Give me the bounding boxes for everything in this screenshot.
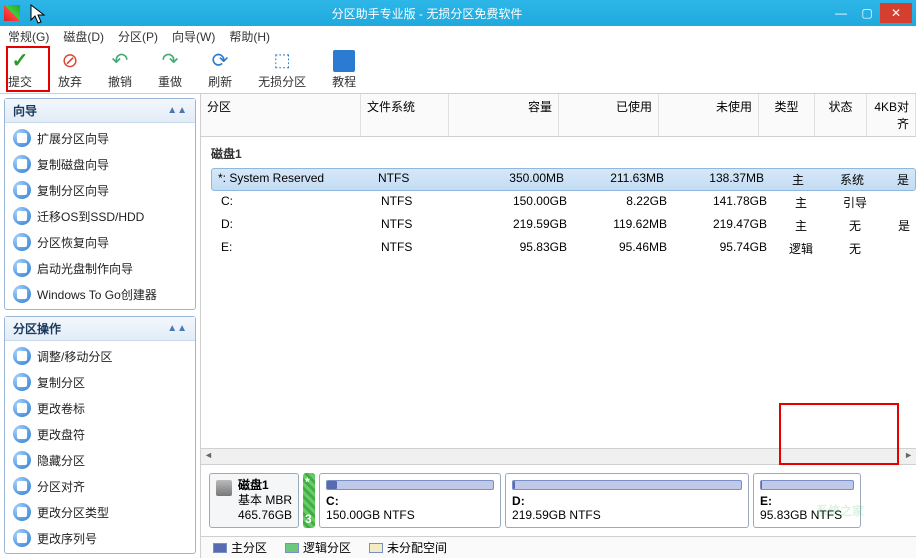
wizard-item-icon [13,129,31,147]
disk-map-disk[interactable]: 磁盘1 基本 MBR 465.76GB [209,473,299,528]
col-name[interactable]: 分区 [201,94,361,136]
col-type[interactable]: 类型 [759,94,815,136]
ops-item-7[interactable]: 更改序列号 [5,525,195,551]
menu-disk[interactable]: 磁盘(D) [63,28,104,45]
ops-item-0[interactable]: 调整/移动分区 [5,343,195,369]
lossless-button[interactable]: 无损分区 [258,50,306,90]
ops-item-1[interactable]: 复制分区 [5,369,195,395]
wizard-item-6[interactable]: Windows To Go创建器 [5,281,195,307]
wizard-item-1[interactable]: 复制磁盘向导 [5,151,195,177]
partition-row[interactable]: *: System ReservedNTFS 350.00MB211.63MB … [211,168,916,191]
disk-map-part-d[interactable]: D: 219.59GB NTFS [505,473,749,528]
wizard-item-4[interactable]: 分区恢复向导 [5,229,195,255]
col-used[interactable]: 已使用 [559,94,659,136]
status-bar: 主分区 逻辑分区 未分配空间 [201,536,916,558]
undo-button[interactable]: 撤销 [108,50,132,90]
ops-item-icon [13,399,31,417]
disk-map-part-e[interactable]: E: 95.83GB NTFS [753,473,861,528]
menu-partition[interactable]: 分区(P) [118,28,158,45]
refresh-icon [209,50,231,72]
minimize-button[interactable]: — [828,3,854,23]
left-sidebar: 向导 ▲▲ 扩展分区向导复制磁盘向导复制分区向导迁移OS到SSD/HDD分区恢复… [0,94,200,558]
col-fs[interactable]: 文件系统 [361,94,449,136]
disk-map-part-c[interactable]: C: 150.00GB NTFS [319,473,501,528]
wizard-item-icon [13,207,31,225]
wizard-item-icon [13,155,31,173]
menu-help[interactable]: 帮助(H) [229,28,270,45]
lossless-icon [271,50,293,72]
ops-panel-header[interactable]: 分区操作 ▲▲ [5,317,195,341]
wizard-panel: 向导 ▲▲ 扩展分区向导复制磁盘向导复制分区向导迁移OS到SSD/HDD分区恢复… [4,98,196,310]
wizard-panel-header[interactable]: 向导 ▲▲ [5,99,195,123]
tutorial-button[interactable]: 教程 [332,50,356,90]
ops-item-3[interactable]: 更改盘符 [5,421,195,447]
ops-item-6[interactable]: 更改分区类型 [5,499,195,525]
ops-item-icon [13,373,31,391]
maximize-button[interactable]: ▢ [854,3,880,23]
col-status[interactable]: 状态 [815,94,867,136]
ops-item-5[interactable]: 分区对齐 [5,473,195,499]
partition-row[interactable]: D:NTFS 219.59GB119.62MB 219.47GB主 无是 [215,214,916,237]
disk-map-reserved[interactable]: * 3 [303,473,315,528]
ops-panel: 分区操作 ▲▲ 调整/移动分区复制分区更改卷标更改盘符隐藏分区分区对齐更改分区类… [4,316,196,554]
ops-item-icon [13,503,31,521]
tutorial-icon [333,50,355,72]
refresh-button[interactable]: 刷新 [208,50,232,90]
close-button[interactable]: ✕ [880,3,912,23]
menu-general[interactable]: 常规(G) [8,28,49,45]
partition-table-header: 分区 文件系统 容量 已使用 未使用 类型 状态 4KB对齐 [201,94,916,137]
disk-group-header[interactable]: 磁盘1 [207,137,916,168]
app-icon [4,5,20,21]
toolbar: 提交 放弃 撤销 重做 刷新 无损分区 教程 [0,46,916,94]
window-title: 分区助手专业版 - 无损分区免费软件 [26,5,828,22]
legend-logical: 逻辑分区 [285,539,351,556]
disk-icon [216,480,232,496]
redo-icon [159,50,181,72]
highlight-partition-e [779,403,899,465]
menubar: 常规(G) 磁盘(D) 分区(P) 向导(W) 帮助(H) [0,26,916,46]
ops-item-icon [13,477,31,495]
ops-item-icon [13,347,31,365]
wizard-item-icon [13,181,31,199]
redo-button[interactable]: 重做 [158,50,182,90]
partition-table-body: 磁盘1 *: System ReservedNTFS 350.00MB211.6… [201,137,916,448]
wizard-item-icon [13,233,31,251]
ops-item-icon [13,425,31,443]
ops-item-4[interactable]: 隐藏分区 [5,447,195,473]
wizard-item-5[interactable]: 启动光盘制作向导 [5,255,195,281]
menu-wizard[interactable]: 向导(W) [172,28,215,45]
col-capacity[interactable]: 容量 [449,94,559,136]
titlebar: 分区助手专业版 - 无损分区免费软件 — ▢ ✕ [0,0,916,26]
legend-primary: 主分区 [213,539,267,556]
chevron-up-icon: ▲▲ [167,323,187,334]
wizard-item-0[interactable]: 扩展分区向导 [5,125,195,151]
cancel-icon [59,50,81,72]
wizard-item-icon [13,259,31,277]
legend-unalloc: 未分配空间 [369,539,447,556]
undo-icon [109,50,131,72]
partition-row[interactable]: C:NTFS 150.00GB8.22GB 141.78GB主 引导 [215,191,916,214]
ops-item-2[interactable]: 更改卷标 [5,395,195,421]
col-align[interactable]: 4KB对齐 [867,94,916,136]
wizard-item-2[interactable]: 复制分区向导 [5,177,195,203]
abandon-button[interactable]: 放弃 [58,50,82,90]
partition-row[interactable]: E:NTFS 95.83GB95.46MB 95.74GB逻辑 无 [215,237,916,260]
chevron-up-icon: ▲▲ [167,105,187,116]
col-free[interactable]: 未使用 [659,94,759,136]
ops-item-icon [13,451,31,469]
main-area: 分区 文件系统 容量 已使用 未使用 类型 状态 4KB对齐 磁盘1 *: Sy… [200,94,916,558]
ops-item-icon [13,529,31,547]
disk-map: 磁盘1 基本 MBR 465.76GB * 3 C: 150.00GB NTFS… [201,464,916,536]
wizard-item-3[interactable]: 迁移OS到SSD/HDD [5,203,195,229]
highlight-submit [6,46,50,92]
wizard-item-icon [13,285,31,303]
